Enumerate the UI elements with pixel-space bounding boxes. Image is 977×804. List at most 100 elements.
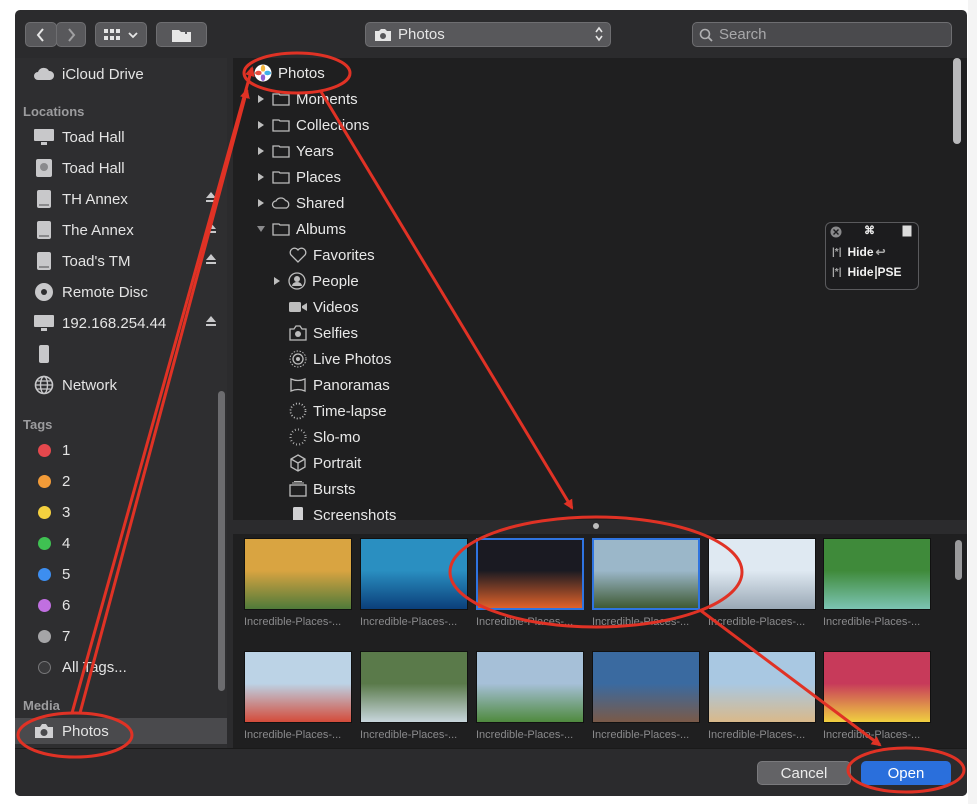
tag-color-dot: [37, 567, 51, 581]
tree-item-years[interactable]: Years: [255, 139, 334, 163]
drive-icon: [37, 252, 51, 270]
thumbnail-caption: Incredible-Places-...: [823, 729, 921, 741]
sidebar-item-label: iCloud Drive: [62, 65, 144, 83]
sidebar-item-toad-hall-disk[interactable]: Toad Hall: [31, 155, 221, 181]
sidebar-item-th-annex[interactable]: TH Annex: [31, 186, 221, 212]
sidebar-item-icloud-drive[interactable]: iCloud Drive: [31, 61, 221, 87]
tree-item-portrait[interactable]: Portrait: [288, 451, 361, 475]
photo-thumbnail[interactable]: Incredible-Places-...: [244, 538, 352, 628]
sidebar-tag-3[interactable]: 3: [31, 499, 221, 525]
new-folder-icon: [171, 27, 191, 42]
sidebar-item-photos[interactable]: Photos: [15, 718, 227, 744]
tag-color-dot: [37, 443, 51, 457]
tree-item-moments[interactable]: Moments: [255, 87, 358, 111]
camera-icon: [375, 28, 391, 41]
tree-item-panoramas[interactable]: Panoramas: [288, 373, 390, 397]
tree-item-selfies[interactable]: Selfies: [288, 321, 358, 345]
photo-thumbnail[interactable]: Incredible-Places-...: [708, 651, 816, 741]
eject-icon[interactable]: [205, 314, 217, 328]
divider-handle[interactable]: [593, 523, 599, 529]
tree-root-photos[interactable]: Photos: [253, 61, 325, 85]
disclosure-right-icon[interactable]: [273, 276, 281, 286]
thumbnail-scrollbar[interactable]: [955, 540, 962, 580]
sidebar-item-remote-disc[interactable]: Remote Disc: [31, 279, 221, 305]
tree-item-slo-mo[interactable]: Slo-mo: [288, 425, 361, 449]
tree-item-bursts[interactable]: Bursts: [288, 477, 356, 501]
slomo-icon: [289, 428, 307, 446]
photo-thumbnail[interactable]: Incredible-Places-...: [592, 651, 700, 741]
sidebar-item-label: 192.168.254.44: [62, 314, 167, 332]
tree-item-label: Shared: [296, 194, 345, 212]
disclosure-right-icon[interactable]: [257, 120, 265, 130]
eject-icon[interactable]: [205, 221, 217, 235]
eject-icon[interactable]: [205, 190, 217, 204]
disclosure-right-icon[interactable]: [257, 198, 265, 208]
sidebar-tag-6[interactable]: 6: [31, 592, 221, 618]
disclosure-right-icon[interactable]: [257, 146, 265, 156]
sidebar-item-label: The Annex: [62, 221, 134, 239]
tree-item-albums[interactable]: Albums: [255, 217, 346, 241]
shortcut-row-hide-pse[interactable]: |*| Hide PSE: [832, 265, 902, 279]
tree-item-screenshots[interactable]: Screenshots: [288, 503, 396, 520]
sidebar-all-tags[interactable]: All Tags...: [31, 654, 221, 680]
tree-item-time-lapse[interactable]: Time-lapse: [288, 399, 387, 423]
search-field[interactable]: Search: [692, 22, 952, 47]
photo-thumbnail[interactable]: Incredible-Places-...: [476, 538, 584, 628]
tree-item-collections[interactable]: Collections: [255, 113, 369, 137]
disclosure-down-icon[interactable]: [256, 225, 266, 233]
sidebar-tag-5[interactable]: 5: [31, 561, 221, 587]
open-button[interactable]: Open: [861, 761, 951, 785]
split-view-divider[interactable]: [233, 520, 967, 534]
tree-item-favorites[interactable]: Favorites: [288, 243, 375, 267]
back-button[interactable]: [25, 22, 57, 47]
photo-thumbnail[interactable]: Incredible-Places-...: [476, 651, 584, 741]
new-folder-button[interactable]: [156, 22, 207, 47]
photo-thumbnail[interactable]: Incredible-Places-...: [360, 538, 468, 628]
disclosure-right-icon[interactable]: [257, 94, 265, 104]
sidebar-item-network-server[interactable]: 192.168.254.44: [31, 310, 221, 336]
thumbnail-caption: Incredible-Places-...: [708, 616, 806, 628]
selfie-icon: [289, 325, 307, 341]
photo-thumbnail[interactable]: Incredible-Places-...: [823, 538, 931, 628]
photo-thumbnail[interactable]: Incredible-Places-...: [244, 651, 352, 741]
sidebar-item-label: 7: [62, 627, 71, 645]
harddisk-icon: [36, 159, 52, 177]
tree-item-live-photos[interactable]: Live Photos: [288, 347, 391, 371]
tree-item-places[interactable]: Places: [255, 165, 341, 189]
monitor-icon: [34, 315, 54, 331]
sidebar-tag-2[interactable]: 2: [31, 468, 221, 494]
thumbnail-caption: Incredible-Places-...: [244, 616, 342, 628]
photo-thumbnail[interactable]: Incredible-Places-...: [708, 538, 816, 628]
sidebar-tag-7[interactable]: 7: [31, 623, 221, 649]
thumbnail-caption: Incredible-Places-...: [360, 729, 458, 741]
sidebar-item-toads-tm[interactable]: Toad's TM: [31, 248, 221, 274]
tree-item-shared[interactable]: Shared: [255, 191, 344, 215]
sidebar-item-toad-hall-computer[interactable]: Toad Hall: [31, 124, 221, 150]
forward-button[interactable]: [56, 22, 86, 47]
photo-thumbnail[interactable]: Incredible-Places-...: [823, 651, 931, 741]
tree-item-videos[interactable]: Videos: [288, 295, 359, 319]
sidebar-tag-4[interactable]: 4: [31, 530, 221, 556]
shortcut-key-icon: |*|: [832, 246, 842, 258]
tree-item-people[interactable]: People: [271, 269, 359, 293]
shortcut-row-hide[interactable]: |*| Hide ↩: [832, 245, 886, 259]
eject-icon[interactable]: [205, 252, 217, 266]
cancel-button[interactable]: Cancel: [757, 761, 851, 785]
thumbnail-caption: Incredible-Places-...: [476, 729, 574, 741]
close-circle-icon[interactable]: [830, 226, 842, 238]
sidebar-item-network[interactable]: Network: [31, 372, 221, 398]
sidebar-scrollbar[interactable]: [218, 391, 225, 691]
disclosure-right-icon[interactable]: [257, 172, 265, 182]
tree-item-label: Selfies: [313, 324, 359, 342]
view-options-button[interactable]: [95, 22, 147, 47]
sidebar-item-iphone[interactable]: [31, 341, 221, 367]
photo-thumbnail[interactable]: Incredible-Places-...: [592, 538, 700, 628]
location-popup[interactable]: Photos: [365, 22, 611, 47]
tree-scrollbar[interactable]: [953, 58, 961, 144]
sidebar-item-label: Photos: [62, 722, 109, 740]
person-icon: [288, 272, 306, 290]
thumbnail-image: [708, 651, 816, 723]
sidebar-item-the-annex[interactable]: The Annex: [31, 217, 221, 243]
sidebar-tag-1[interactable]: 1: [31, 437, 221, 463]
photo-thumbnail[interactable]: Incredible-Places-...: [360, 651, 468, 741]
